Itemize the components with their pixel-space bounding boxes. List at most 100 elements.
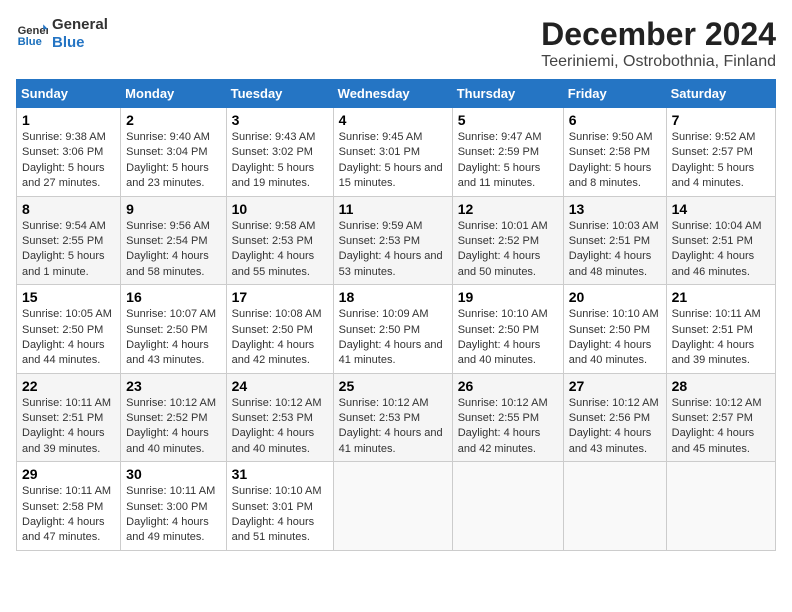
- calendar-title: December 2024: [541, 16, 776, 53]
- calendar-cell: 10 Sunrise: 9:58 AMSunset: 2:53 PMDaylig…: [226, 196, 333, 285]
- logo-icon: General Blue: [16, 18, 48, 50]
- day-info: Sunrise: 9:58 AMSunset: 2:53 PMDaylight:…: [232, 220, 316, 278]
- calendar-cell: 25 Sunrise: 10:12 AMSunset: 2:53 PMDayli…: [333, 373, 452, 462]
- weekday-header: Monday: [121, 80, 226, 108]
- day-number: 10: [232, 201, 328, 217]
- calendar-cell: 4 Sunrise: 9:45 AMSunset: 3:01 PMDayligh…: [333, 108, 452, 197]
- calendar-cell: 26 Sunrise: 10:12 AMSunset: 2:55 PMDayli…: [452, 373, 563, 462]
- weekday-header: Saturday: [666, 80, 775, 108]
- day-info: Sunrise: 10:12 AMSunset: 2:56 PMDaylight…: [569, 397, 659, 455]
- calendar-cell: 15 Sunrise: 10:05 AMSunset: 2:50 PMDayli…: [17, 285, 121, 374]
- calendar-cell: [333, 462, 452, 551]
- calendar-cell: 6 Sunrise: 9:50 AMSunset: 2:58 PMDayligh…: [563, 108, 666, 197]
- calendar-cell: 20 Sunrise: 10:10 AMSunset: 2:50 PMDayli…: [563, 285, 666, 374]
- calendar-cell: 11 Sunrise: 9:59 AMSunset: 2:53 PMDaylig…: [333, 196, 452, 285]
- day-info: Sunrise: 9:45 AMSunset: 3:01 PMDaylight:…: [339, 131, 443, 189]
- day-number: 25: [339, 378, 447, 394]
- day-info: Sunrise: 10:12 AMSunset: 2:52 PMDaylight…: [126, 397, 216, 455]
- day-info: Sunrise: 10:08 AMSunset: 2:50 PMDaylight…: [232, 308, 322, 366]
- day-info: Sunrise: 10:11 AMSunset: 2:58 PMDaylight…: [22, 485, 111, 543]
- calendar-cell: 23 Sunrise: 10:12 AMSunset: 2:52 PMDayli…: [121, 373, 226, 462]
- day-number: 27: [569, 378, 661, 394]
- calendar-cell: 21 Sunrise: 10:11 AMSunset: 2:51 PMDayli…: [666, 285, 775, 374]
- day-info: Sunrise: 10:03 AMSunset: 2:51 PMDaylight…: [569, 220, 659, 278]
- calendar-cell: 29 Sunrise: 10:11 AMSunset: 2:58 PMDayli…: [17, 462, 121, 551]
- day-info: Sunrise: 10:10 AMSunset: 2:50 PMDaylight…: [569, 308, 659, 366]
- calendar-week-row: 15 Sunrise: 10:05 AMSunset: 2:50 PMDayli…: [17, 285, 776, 374]
- day-number: 20: [569, 289, 661, 305]
- calendar-cell: 5 Sunrise: 9:47 AMSunset: 2:59 PMDayligh…: [452, 108, 563, 197]
- calendar-cell: 22 Sunrise: 10:11 AMSunset: 2:51 PMDayli…: [17, 373, 121, 462]
- day-info: Sunrise: 10:09 AMSunset: 2:50 PMDaylight…: [339, 308, 443, 366]
- day-number: 19: [458, 289, 558, 305]
- day-number: 21: [672, 289, 770, 305]
- calendar-week-row: 29 Sunrise: 10:11 AMSunset: 2:58 PMDayli…: [17, 462, 776, 551]
- title-block: December 2024 Teeriniemi, Ostrobothnia, …: [541, 16, 776, 71]
- day-info: Sunrise: 9:54 AMSunset: 2:55 PMDaylight:…: [22, 220, 106, 278]
- calendar-cell: 3 Sunrise: 9:43 AMSunset: 3:02 PMDayligh…: [226, 108, 333, 197]
- day-info: Sunrise: 10:04 AMSunset: 2:51 PMDaylight…: [672, 220, 762, 278]
- calendar-cell: [563, 462, 666, 551]
- day-number: 31: [232, 466, 328, 482]
- calendar-cell: 13 Sunrise: 10:03 AMSunset: 2:51 PMDayli…: [563, 196, 666, 285]
- day-number: 9: [126, 201, 220, 217]
- day-number: 8: [22, 201, 115, 217]
- calendar-cell: 12 Sunrise: 10:01 AMSunset: 2:52 PMDayli…: [452, 196, 563, 285]
- day-info: Sunrise: 10:11 AMSunset: 2:51 PMDaylight…: [22, 397, 111, 455]
- logo-general: General: [52, 16, 108, 34]
- calendar-cell: 28 Sunrise: 10:12 AMSunset: 2:57 PMDayli…: [666, 373, 775, 462]
- day-info: Sunrise: 9:43 AMSunset: 3:02 PMDaylight:…: [232, 131, 316, 189]
- day-number: 12: [458, 201, 558, 217]
- calendar-cell: 9 Sunrise: 9:56 AMSunset: 2:54 PMDayligh…: [121, 196, 226, 285]
- day-number: 4: [339, 112, 447, 128]
- day-number: 11: [339, 201, 447, 217]
- day-number: 22: [22, 378, 115, 394]
- weekday-header: Thursday: [452, 80, 563, 108]
- day-number: 3: [232, 112, 328, 128]
- calendar-cell: 1 Sunrise: 9:38 AMSunset: 3:06 PMDayligh…: [17, 108, 121, 197]
- svg-text:Blue: Blue: [18, 36, 42, 48]
- day-info: Sunrise: 10:12 AMSunset: 2:57 PMDaylight…: [672, 397, 762, 455]
- day-number: 5: [458, 112, 558, 128]
- day-number: 24: [232, 378, 328, 394]
- calendar-cell: 2 Sunrise: 9:40 AMSunset: 3:04 PMDayligh…: [121, 108, 226, 197]
- day-info: Sunrise: 10:10 AMSunset: 2:50 PMDaylight…: [458, 308, 548, 366]
- calendar-cell: 8 Sunrise: 9:54 AMSunset: 2:55 PMDayligh…: [17, 196, 121, 285]
- calendar-cell: 17 Sunrise: 10:08 AMSunset: 2:50 PMDayli…: [226, 285, 333, 374]
- calendar-cell: 30 Sunrise: 10:11 AMSunset: 3:00 PMDayli…: [121, 462, 226, 551]
- calendar-cell: 16 Sunrise: 10:07 AMSunset: 2:50 PMDayli…: [121, 285, 226, 374]
- calendar-cell: 27 Sunrise: 10:12 AMSunset: 2:56 PMDayli…: [563, 373, 666, 462]
- day-number: 16: [126, 289, 220, 305]
- day-number: 18: [339, 289, 447, 305]
- weekday-header-row: SundayMondayTuesdayWednesdayThursdayFrid…: [17, 80, 776, 108]
- calendar-cell: [666, 462, 775, 551]
- day-number: 28: [672, 378, 770, 394]
- calendar-cell: 18 Sunrise: 10:09 AMSunset: 2:50 PMDayli…: [333, 285, 452, 374]
- calendar-cell: [452, 462, 563, 551]
- day-info: Sunrise: 10:12 AMSunset: 2:53 PMDaylight…: [232, 397, 322, 455]
- day-info: Sunrise: 10:10 AMSunset: 3:01 PMDaylight…: [232, 485, 322, 543]
- day-number: 13: [569, 201, 661, 217]
- day-number: 1: [22, 112, 115, 128]
- calendar-cell: 14 Sunrise: 10:04 AMSunset: 2:51 PMDayli…: [666, 196, 775, 285]
- day-info: Sunrise: 10:11 AMSunset: 2:51 PMDaylight…: [672, 308, 761, 366]
- day-info: Sunrise: 9:50 AMSunset: 2:58 PMDaylight:…: [569, 131, 653, 189]
- day-info: Sunrise: 9:47 AMSunset: 2:59 PMDaylight:…: [458, 131, 542, 189]
- calendar-cell: 24 Sunrise: 10:12 AMSunset: 2:53 PMDayli…: [226, 373, 333, 462]
- day-number: 26: [458, 378, 558, 394]
- logo: General Blue General Blue: [16, 16, 108, 52]
- day-info: Sunrise: 10:01 AMSunset: 2:52 PMDaylight…: [458, 220, 548, 278]
- day-number: 29: [22, 466, 115, 482]
- day-info: Sunrise: 9:52 AMSunset: 2:57 PMDaylight:…: [672, 131, 756, 189]
- day-number: 14: [672, 201, 770, 217]
- weekday-header: Tuesday: [226, 80, 333, 108]
- weekday-header: Friday: [563, 80, 666, 108]
- calendar-table: SundayMondayTuesdayWednesdayThursdayFrid…: [16, 79, 776, 551]
- page-header: General Blue General Blue December 2024 …: [16, 16, 776, 71]
- day-info: Sunrise: 10:05 AMSunset: 2:50 PMDaylight…: [22, 308, 112, 366]
- day-number: 7: [672, 112, 770, 128]
- day-info: Sunrise: 9:40 AMSunset: 3:04 PMDaylight:…: [126, 131, 210, 189]
- day-number: 6: [569, 112, 661, 128]
- calendar-cell: 31 Sunrise: 10:10 AMSunset: 3:01 PMDayli…: [226, 462, 333, 551]
- day-number: 15: [22, 289, 115, 305]
